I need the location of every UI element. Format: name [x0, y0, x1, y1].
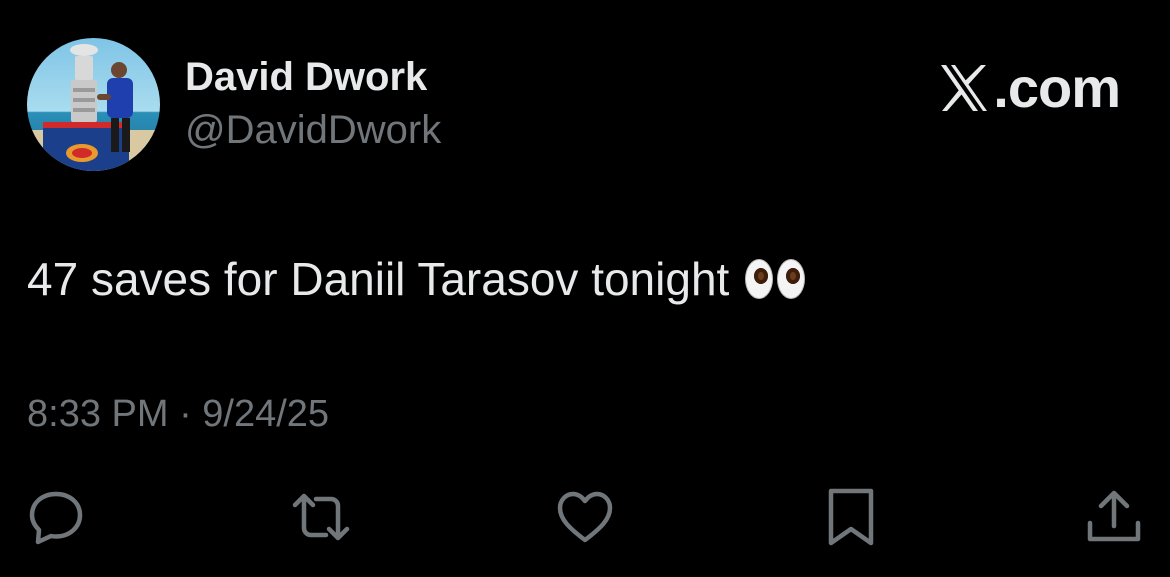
avatar[interactable] [27, 38, 160, 171]
brand-text: .com [993, 56, 1121, 119]
reply-button[interactable] [25, 486, 87, 548]
eye-right [777, 259, 806, 299]
eyes-emoji-icon [745, 259, 806, 299]
heart-icon [557, 491, 613, 543]
author-handle[interactable]: @DavidDwork [185, 107, 441, 153]
eye-left [745, 259, 774, 299]
repost-button[interactable] [290, 486, 352, 548]
share-button[interactable] [1083, 486, 1145, 548]
bookmark-icon [828, 488, 874, 546]
author-display-name[interactable]: David Dwork [185, 54, 427, 100]
tweet-text: 47 saves for Daniil Tarasov tonight [27, 252, 806, 306]
bookmark-button[interactable] [820, 486, 882, 548]
share-upload-icon [1087, 490, 1141, 542]
tweet-timestamp[interactable]: 8:33 PM · 9/24/25 [27, 392, 329, 436]
avatar-photo [27, 38, 160, 171]
like-button[interactable] [554, 486, 616, 548]
x-logo-icon [941, 65, 988, 111]
repost-arrows-icon [292, 493, 350, 541]
action-bar [0, 486, 1170, 548]
speech-bubble-icon [29, 491, 83, 545]
brand-logo: .com [938, 56, 1121, 119]
tweet-body: 47 saves for Daniil Tarasov tonight [27, 253, 730, 305]
